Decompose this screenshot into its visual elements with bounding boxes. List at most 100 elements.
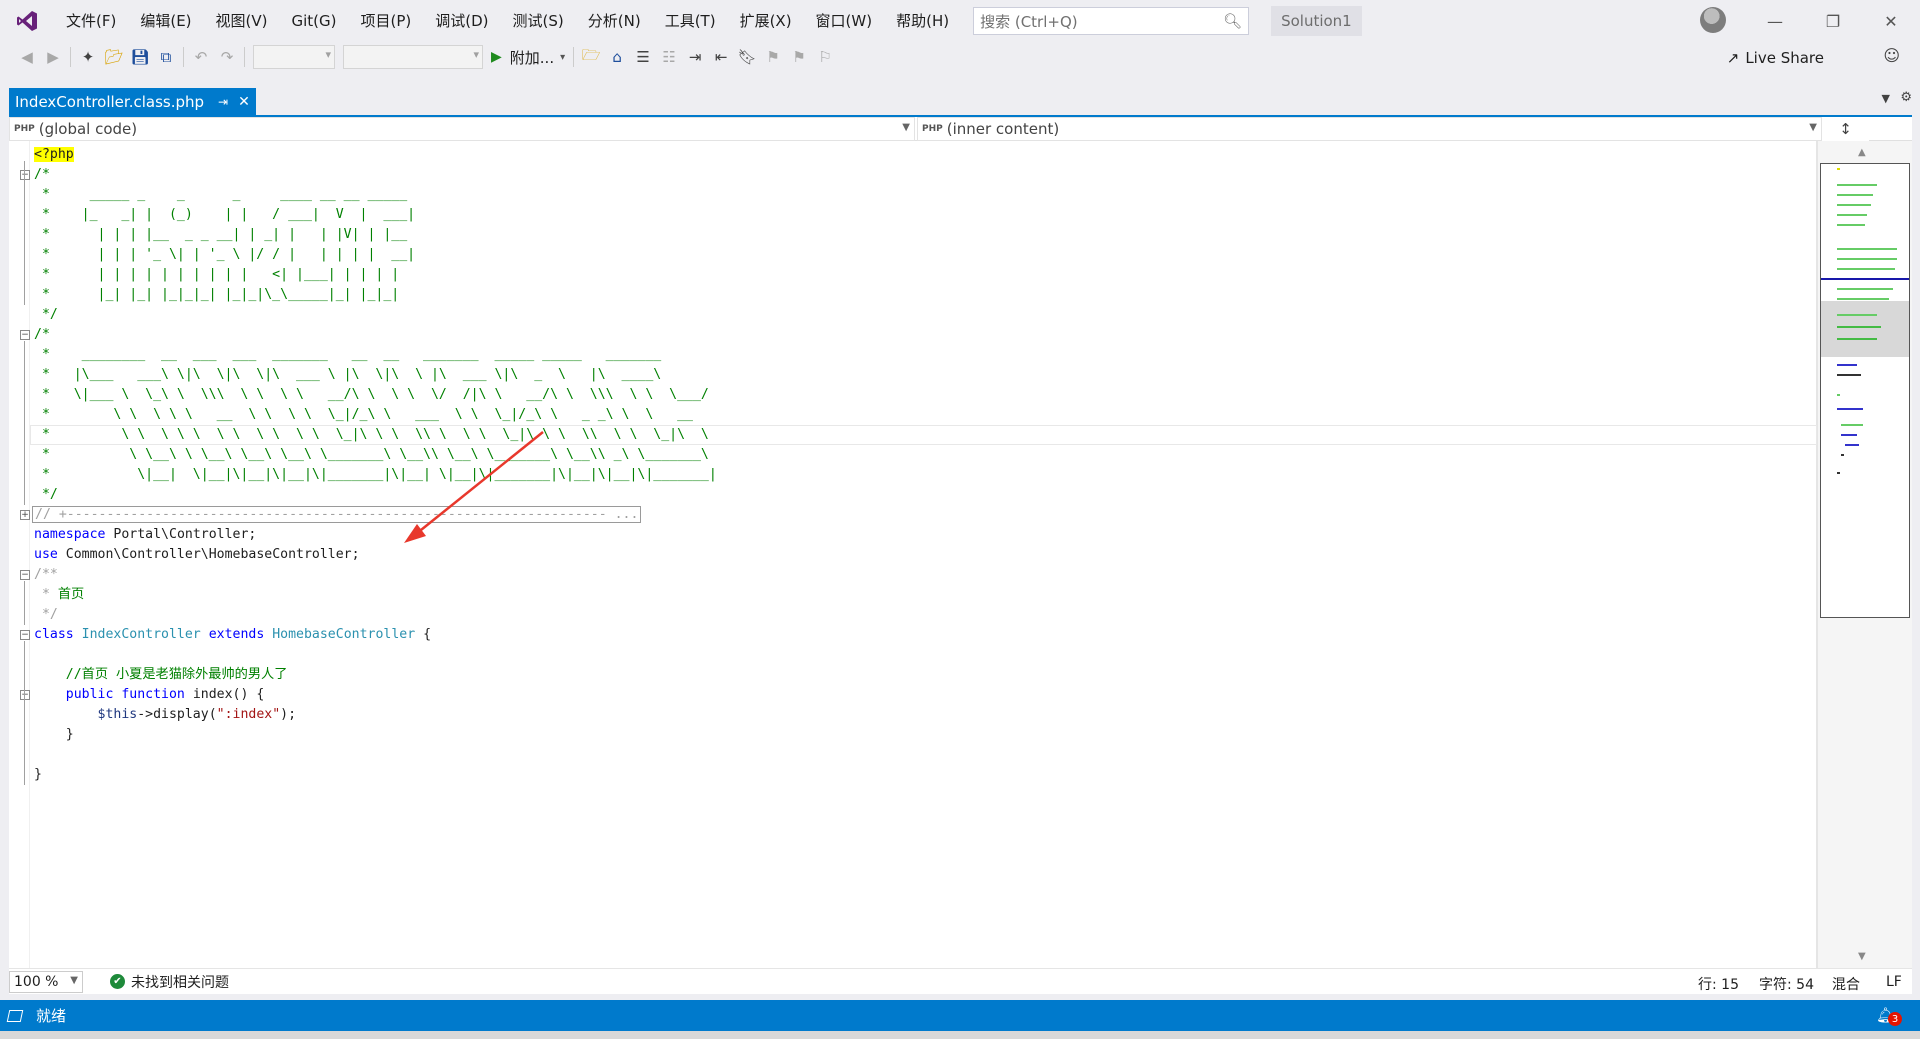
code-line: * |_| |_| |_|_|_| |_|_|\_\_____|_| |_|_| xyxy=(34,285,717,305)
line-comment: //首页 小夏是老猫除外最帅的男人了 xyxy=(34,667,288,682)
expand-icon[interactable]: + xyxy=(20,510,30,520)
menu-item-4[interactable]: 项目(P) xyxy=(349,0,424,42)
new-project-icon[interactable]: ✦ xyxy=(75,44,101,70)
tab-indexcontroller[interactable]: IndexController.class.php ⇥ ✕ xyxy=(9,88,256,115)
collapse-icon[interactable]: − xyxy=(20,630,30,640)
tabs-indicator[interactable]: 混合 xyxy=(1832,974,1860,994)
menu-item-2[interactable]: 视图(V) xyxy=(204,0,280,42)
minimap-mark xyxy=(1837,258,1897,260)
code-line: * |\___ ___\ \|\ \|\ \|\ ___ \ |\ \|\ \ … xyxy=(34,365,717,385)
outdent-icon[interactable]: ⇤ xyxy=(708,44,734,70)
closing-brace: } xyxy=(34,727,74,742)
menu-item-8[interactable]: 工具(T) xyxy=(653,0,728,42)
minimap-mark xyxy=(1837,288,1893,290)
clear-bookmarks-icon[interactable]: ⚐ xyxy=(812,44,838,70)
vertical-scrollbar-map[interactable]: ▲ ▼ xyxy=(1817,141,1912,968)
zoom-level: 100 % xyxy=(14,973,59,990)
collapse-icon[interactable]: − xyxy=(20,330,30,340)
line-ending-indicator[interactable]: LF xyxy=(1886,974,1902,990)
menu-item-6[interactable]: 测试(S) xyxy=(501,0,576,42)
solution-name: Solution1 xyxy=(1271,6,1362,36)
attach-button[interactable]: ▶ 附加... ▾ xyxy=(487,47,569,68)
open-file-icon[interactable]: 📂︎ xyxy=(101,44,127,70)
search-icon[interactable]: 🔍︎ xyxy=(1223,12,1242,30)
char-indicator[interactable]: 字符: 54 xyxy=(1759,974,1814,994)
code-area[interactable]: <?php −/* * _____ _ _ _ ____ __ __ _____… xyxy=(20,145,717,785)
ascii-art-comment: * |\___ ___\ \|\ \|\ \|\ ___ \ |\ \|\ \ … xyxy=(34,367,662,382)
previous-bookmark-icon[interactable]: ⚑ xyxy=(760,44,786,70)
zoom-dropdown[interactable]: 100 % ▼ xyxy=(9,970,83,993)
minimize-icon[interactable]: — xyxy=(1750,0,1800,42)
scroll-up-icon[interactable]: ▲ xyxy=(1858,147,1866,158)
visual-studio-logo-icon[interactable] xyxy=(0,0,54,42)
line-indicator[interactable]: 行: 15 xyxy=(1698,974,1739,994)
bookmark-icon[interactable]: 🔖︎ xyxy=(734,44,760,70)
redo-icon[interactable]: ↷ xyxy=(214,44,240,70)
method-call: ->display( xyxy=(137,707,217,722)
live-share-button[interactable]: ↗ Live Share xyxy=(1727,46,1824,70)
avatar[interactable] xyxy=(1700,7,1726,33)
save-icon[interactable]: 💾︎ xyxy=(127,44,153,70)
code-line: * \ \ \ \ \ \ \ \ \ \ \ \_|\ \ \ \\ \ \ … xyxy=(34,425,717,445)
menu-item-10[interactable]: 窗口(W) xyxy=(804,0,885,42)
undo-icon[interactable]: ↶ xyxy=(188,44,214,70)
issues-indicator[interactable]: ✔ 未找到相关问题 xyxy=(110,972,229,992)
tab-list-dropdown-icon[interactable]: ▼ xyxy=(1882,92,1890,105)
minimap-mark xyxy=(1837,214,1867,216)
minimap-mark xyxy=(1837,326,1881,328)
code-line: use Common\Controller\HomebaseController… xyxy=(34,545,717,565)
ascii-art-comment: * \ \ \ \ \ \ \ \ \ \ \ \_|\ \ \ \\ \ \ … xyxy=(34,427,709,442)
minimap-viewport[interactable] xyxy=(1821,301,1909,357)
save-all-icon[interactable]: ⧉ xyxy=(153,44,179,70)
navigate-forward-icon[interactable]: ▶ xyxy=(40,44,66,70)
code-editor[interactable]: <?php −/* * _____ _ _ _ ____ __ __ _____… xyxy=(9,141,1817,968)
menu-item-9[interactable]: 扩展(X) xyxy=(728,0,804,42)
comment-out-icon[interactable]: ☰ xyxy=(630,44,656,70)
menu-item-3[interactable]: Git(G) xyxy=(280,0,349,42)
code-minimap[interactable] xyxy=(1820,163,1910,618)
find-in-files-icon[interactable]: 🗁︎ xyxy=(578,44,604,70)
restore-icon[interactable]: ❐ xyxy=(1808,0,1858,42)
indent-icon[interactable]: ⇥ xyxy=(682,44,708,70)
attach-label: 附加... xyxy=(509,48,555,67)
collapsed-region[interactable]: // +------------------------------------… xyxy=(32,506,642,523)
solution-platform-combo[interactable] xyxy=(343,45,483,69)
feedback-icon[interactable]: ☺ xyxy=(1883,46,1900,65)
menu-item-5[interactable]: 调试(D) xyxy=(423,0,500,42)
editor-gutter xyxy=(9,141,30,968)
code-line: <?php xyxy=(34,145,717,165)
search-box[interactable]: 搜索 (Ctrl+Q) 🔍︎ xyxy=(973,7,1250,35)
collapse-icon[interactable]: − xyxy=(20,170,30,180)
menu-item-7[interactable]: 分析(N) xyxy=(576,0,653,42)
gear-icon[interactable]: ⚙ xyxy=(1900,90,1912,105)
taskbar-edge xyxy=(0,1031,1920,1039)
split-window-icon[interactable]: ↕ xyxy=(1822,117,1869,141)
code-line: * \ \ \ \ \ __ \ \ \ \ \_|/_\ \ ___ \ \ … xyxy=(34,405,717,425)
notifications-button[interactable]: 🔔︎ 3 xyxy=(1876,1006,1902,1026)
scope-dropdown-left[interactable]: PHP (global code) ▼ xyxy=(9,117,915,141)
uncomment-icon[interactable]: ☷ xyxy=(656,44,682,70)
menu-item-0[interactable]: 文件(F) xyxy=(54,0,128,42)
close-window-icon[interactable]: ✕ xyxy=(1866,0,1916,42)
keyword-use: use xyxy=(34,547,58,562)
ascii-art-comment: * \ \ \ \ \ __ \ \ \ \ \_|/_\ \ ___ \ \ … xyxy=(34,407,693,422)
menu-item-11[interactable]: 帮助(H) xyxy=(884,0,961,42)
solution-configuration-combo[interactable] xyxy=(253,45,335,69)
minimap-mark xyxy=(1837,338,1877,340)
collapse-icon[interactable]: − xyxy=(20,690,30,700)
keyword-namespace: namespace xyxy=(34,527,106,542)
scope-dropdown-right[interactable]: PHP (inner content) ▼ xyxy=(917,117,1822,141)
navigate-back-icon[interactable]: ◀ xyxy=(14,44,40,70)
pin-icon[interactable]: ⇥ xyxy=(218,95,228,109)
code-line: */ xyxy=(34,485,717,505)
menu-item-1[interactable]: 编辑(E) xyxy=(128,0,203,42)
close-tab-icon[interactable]: ✕ xyxy=(238,94,250,110)
solution-explorer-icon[interactable]: ⌂ xyxy=(604,44,630,70)
minimap-mark xyxy=(1837,168,1840,170)
collapse-icon[interactable]: − xyxy=(20,570,30,580)
scroll-down-icon[interactable]: ▼ xyxy=(1858,951,1866,962)
minimap-mark xyxy=(1837,268,1895,270)
minimap-mark xyxy=(1841,424,1863,426)
next-bookmark-icon[interactable]: ⚑ xyxy=(786,44,812,70)
check-circle-icon: ✔ xyxy=(110,974,125,989)
